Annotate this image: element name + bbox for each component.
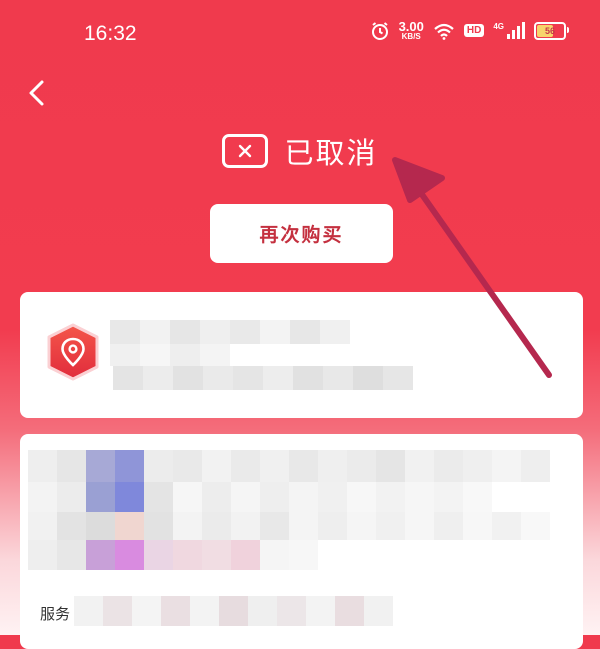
status-bar: 16:32 3.00 KB/S HD 4G 56 xyxy=(0,0,600,68)
back-button[interactable] xyxy=(22,76,52,110)
wifi-icon xyxy=(434,23,454,40)
battery-icon: 56 xyxy=(534,21,569,40)
alarm-icon xyxy=(371,21,388,40)
address-card[interactable] xyxy=(20,292,583,418)
order-status-text: 已取消 xyxy=(284,136,378,170)
status-time: 16:32 xyxy=(84,22,137,45)
status-icons: 3.00 KB/S HD 4G 56 xyxy=(370,20,569,41)
service-detail-pixelated xyxy=(74,596,393,626)
address-name-pixelated xyxy=(110,320,350,344)
location-pin-icon xyxy=(47,323,99,381)
cancel-x-icon xyxy=(222,134,269,168)
network-speed: 3.00 KB/S xyxy=(399,20,424,41)
address-extra-pixelated xyxy=(110,344,230,366)
hd-badge: HD xyxy=(463,24,485,37)
battery-level: 56 xyxy=(544,25,555,36)
order-status: 已取消 xyxy=(0,130,600,172)
goods-card[interactable]: 服务 xyxy=(20,434,583,649)
goods-row-pixelated xyxy=(28,450,550,482)
network-speed-unit: KB/S xyxy=(401,32,421,41)
goods-row-pixelated xyxy=(28,482,492,512)
goods-row-pixelated xyxy=(28,540,318,570)
signal-icon: 4G xyxy=(493,22,525,39)
address-detail-pixelated xyxy=(113,366,413,390)
goods-row-pixelated xyxy=(28,512,550,540)
buy-again-button[interactable]: 再次购买 xyxy=(210,204,393,263)
network-type-label: 4G xyxy=(493,22,504,31)
service-label: 服务 xyxy=(40,605,71,623)
back-arrow-icon xyxy=(29,80,44,106)
